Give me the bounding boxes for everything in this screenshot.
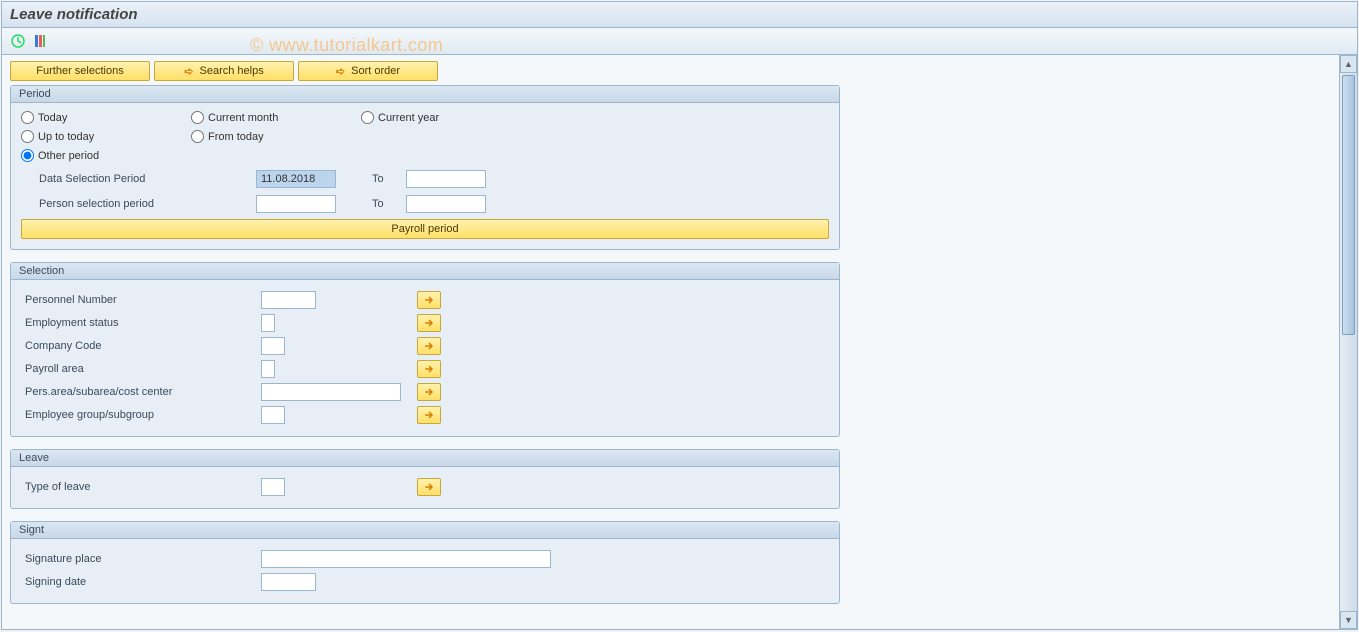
app-window: Leave notification Further selections ➪ … [1, 1, 1358, 630]
employee-group-input[interactable] [261, 406, 285, 424]
label-employee-group: Employee group/subgroup [21, 409, 261, 421]
person-selection-from-input[interactable] [256, 195, 336, 213]
label-pers-area: Pers.area/subarea/cost center [21, 386, 261, 398]
personnel-number-input[interactable] [261, 291, 316, 309]
multi-select-button[interactable] [417, 406, 441, 424]
radio-today[interactable]: Today [21, 111, 191, 124]
person-selection-to-input[interactable] [406, 195, 486, 213]
selection-panel: Selection Personnel Number Employment st… [10, 262, 840, 437]
radio-label: Other period [38, 150, 99, 162]
label-payroll-area: Payroll area [21, 363, 261, 375]
multi-select-button[interactable] [417, 291, 441, 309]
label-signature-place: Signature place [21, 553, 261, 565]
radio-up-to-today[interactable]: Up to today [21, 130, 191, 143]
signing-date-input[interactable] [261, 573, 316, 591]
employment-status-input[interactable] [261, 314, 275, 332]
multi-select-button[interactable] [417, 314, 441, 332]
radio-label: Current month [208, 112, 278, 124]
radio-label: Current year [378, 112, 439, 124]
further-selections-button[interactable]: Further selections [10, 61, 150, 81]
pers-area-input[interactable] [261, 383, 401, 401]
label-employment-status: Employment status [21, 317, 261, 329]
multi-select-button[interactable] [417, 337, 441, 355]
app-toolbar [2, 28, 1357, 55]
radio-current-month[interactable]: Current month [191, 111, 361, 124]
data-selection-to-input[interactable] [406, 170, 486, 188]
radio-label: Today [38, 112, 67, 124]
button-label: Further selections [36, 65, 123, 77]
radio-other-period[interactable]: Other period [21, 149, 191, 162]
radio-current-year[interactable]: Current year [361, 111, 531, 124]
button-label: Payroll period [391, 223, 458, 235]
radio-from-today[interactable]: From today [191, 130, 361, 143]
multi-select-button[interactable] [417, 383, 441, 401]
signature-place-input[interactable] [261, 550, 551, 568]
sort-order-button[interactable]: ➪ Sort order [298, 61, 438, 81]
page-title: Leave notification [2, 2, 1357, 28]
multi-select-button[interactable] [417, 478, 441, 496]
label-signing-date: Signing date [21, 576, 261, 588]
type-of-leave-input[interactable] [261, 478, 285, 496]
panel-title: Leave [11, 450, 839, 467]
multi-select-button[interactable] [417, 360, 441, 378]
panel-title: Period [11, 86, 839, 103]
label-company-code: Company Code [21, 340, 261, 352]
payroll-period-button[interactable]: Payroll period [21, 219, 829, 239]
label-to: To [336, 173, 406, 185]
label-personnel-number: Personnel Number [21, 294, 261, 306]
button-label: Sort order [351, 65, 400, 77]
arrow-right-icon: ➪ [336, 65, 345, 78]
label-person-selection-period: Person selection period [21, 198, 256, 210]
signt-panel: Signt Signature place Signing date [10, 521, 840, 604]
arrow-right-icon: ➪ [184, 65, 193, 78]
execute-icon[interactable] [10, 33, 26, 49]
period-panel: Period Today Current month Current year … [10, 85, 840, 250]
search-helps-button[interactable]: ➪ Search helps [154, 61, 294, 81]
variant-icon[interactable] [32, 33, 48, 49]
radio-label: From today [208, 131, 264, 143]
panel-title: Selection [11, 263, 839, 280]
scroll-up-icon[interactable]: ▲ [1340, 55, 1357, 73]
company-code-input[interactable] [261, 337, 285, 355]
payroll-area-input[interactable] [261, 360, 275, 378]
radio-label: Up to today [38, 131, 94, 143]
content-area: Further selections ➪ Search helps ➪ Sort… [2, 55, 1339, 629]
scroll-down-icon[interactable]: ▼ [1340, 611, 1357, 629]
scroll-thumb[interactable] [1342, 75, 1355, 335]
vertical-scrollbar[interactable]: ▲ ▼ [1339, 55, 1357, 629]
button-label: Search helps [200, 65, 264, 77]
leave-panel: Leave Type of leave [10, 449, 840, 509]
label-type-of-leave: Type of leave [21, 481, 261, 493]
action-button-row: Further selections ➪ Search helps ➪ Sort… [10, 61, 1331, 81]
panel-title: Signt [11, 522, 839, 539]
label-data-selection-period: Data Selection Period [21, 173, 256, 185]
label-to: To [336, 198, 406, 210]
data-selection-from-input[interactable] [256, 170, 336, 188]
